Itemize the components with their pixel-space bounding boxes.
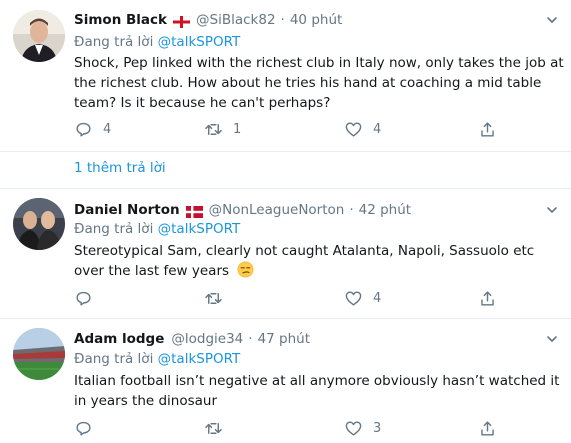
reply-button[interactable]	[74, 419, 103, 438]
tweet-text-content: Stereotypical Sam, clearly not caught At…	[74, 243, 535, 279]
divider	[0, 151, 571, 152]
replying-to-label: Đang trả lời	[74, 221, 154, 237]
reply-button[interactable]: 4	[74, 120, 111, 139]
tweet-header: Simon Black @SiBlack82 · 40 phút	[74, 10, 342, 30]
tweet-daniel-norton[interactable]: Daniel Norton @NonLeagueNorton · 42 phút…	[0, 189, 571, 318]
handle[interactable]: @SiBlack82	[196, 10, 276, 30]
replying-to: Đang trả lời @talkSPORT	[74, 349, 240, 369]
replying-to: Đang trả lời @talkSPORT	[74, 32, 240, 52]
avatar[interactable]	[13, 10, 65, 62]
share-button[interactable]	[478, 289, 497, 308]
like-button[interactable]: 4	[344, 289, 381, 308]
reply-icon	[76, 122, 91, 137]
heart-icon	[345, 421, 362, 436]
chevron-down-icon[interactable]	[545, 332, 559, 346]
handle[interactable]: @lodgie34	[171, 329, 243, 349]
avatar[interactable]	[13, 328, 65, 380]
reply-icon	[76, 291, 91, 306]
chevron-down-icon[interactable]	[545, 13, 559, 27]
heart-icon	[345, 122, 362, 137]
reply-mention-link[interactable]: @talkSPORT	[158, 34, 241, 50]
like-count: 4	[373, 122, 382, 137]
retweet-count: 1	[233, 122, 242, 137]
handle[interactable]: @NonLeagueNorton	[209, 200, 345, 220]
tweet-header: Adam lodge @lodgie34 · 47 phút	[74, 329, 310, 349]
show-more-replies-link[interactable]: 1 thêm trả lời	[74, 158, 166, 178]
retweet-icon	[205, 423, 222, 434]
timestamp[interactable]: 47 phút	[258, 329, 310, 349]
avatar[interactable]	[13, 198, 65, 250]
retweet-icon	[205, 293, 222, 304]
like-button[interactable]: 3	[344, 419, 381, 438]
tweet-actions: 4 1 4	[74, 120, 514, 140]
england-flag-icon	[172, 14, 191, 29]
like-button[interactable]: 4	[344, 120, 381, 139]
denmark-flag-icon	[185, 204, 203, 218]
heart-icon	[345, 291, 362, 306]
reply-count: 4	[103, 122, 112, 137]
separator-dot: ·	[349, 202, 354, 218]
unamused-face-emoji-icon	[237, 261, 254, 278]
share-icon	[481, 421, 494, 436]
like-count: 4	[373, 291, 382, 306]
tweet-actions: 4	[74, 289, 514, 309]
replying-to-label: Đang trả lời	[74, 351, 154, 367]
tweet-text: Italian football isn’t negative at all a…	[74, 373, 560, 409]
timestamp[interactable]: 42 phút	[359, 200, 411, 220]
timestamp[interactable]: 40 phút	[290, 10, 342, 30]
tweet-text: Stereotypical Sam, clearly not caught At…	[74, 241, 564, 281]
tweet-adam-lodge[interactable]: Adam lodge @lodgie34 · 47 phút Đang trả …	[0, 319, 571, 443]
like-count: 3	[373, 421, 382, 436]
retweet-button[interactable]: 1	[204, 120, 241, 139]
reply-mention-link[interactable]: @talkSPORT	[158, 221, 241, 237]
display-name[interactable]: Adam lodge	[74, 329, 164, 349]
reply-mention-link[interactable]: @talkSPORT	[158, 351, 241, 367]
separator-dot: ·	[280, 12, 285, 28]
retweet-button[interactable]	[204, 289, 233, 308]
separator-dot: ·	[248, 331, 253, 347]
display-name[interactable]: Daniel Norton	[74, 200, 180, 220]
display-name[interactable]: Simon Black	[74, 10, 167, 30]
tweet-text: Shock, Pep linked with the richest club …	[74, 55, 564, 111]
tweet-actions: 3	[74, 419, 514, 439]
share-button[interactable]	[478, 419, 497, 438]
share-icon	[481, 291, 494, 306]
tweet-simon-black[interactable]: Simon Black @SiBlack82 · 40 phút Đang tr…	[0, 0, 571, 190]
retweet-icon	[205, 124, 222, 135]
tweet-header: Daniel Norton @NonLeagueNorton · 42 phút	[74, 200, 411, 220]
chevron-down-icon[interactable]	[545, 203, 559, 217]
share-button[interactable]	[478, 120, 497, 139]
share-icon	[481, 122, 494, 137]
reply-icon	[76, 421, 91, 436]
retweet-button[interactable]	[204, 419, 233, 438]
replying-to-label: Đang trả lời	[74, 34, 154, 50]
replying-to: Đang trả lời @talkSPORT	[74, 219, 240, 239]
reply-button[interactable]	[74, 289, 103, 308]
